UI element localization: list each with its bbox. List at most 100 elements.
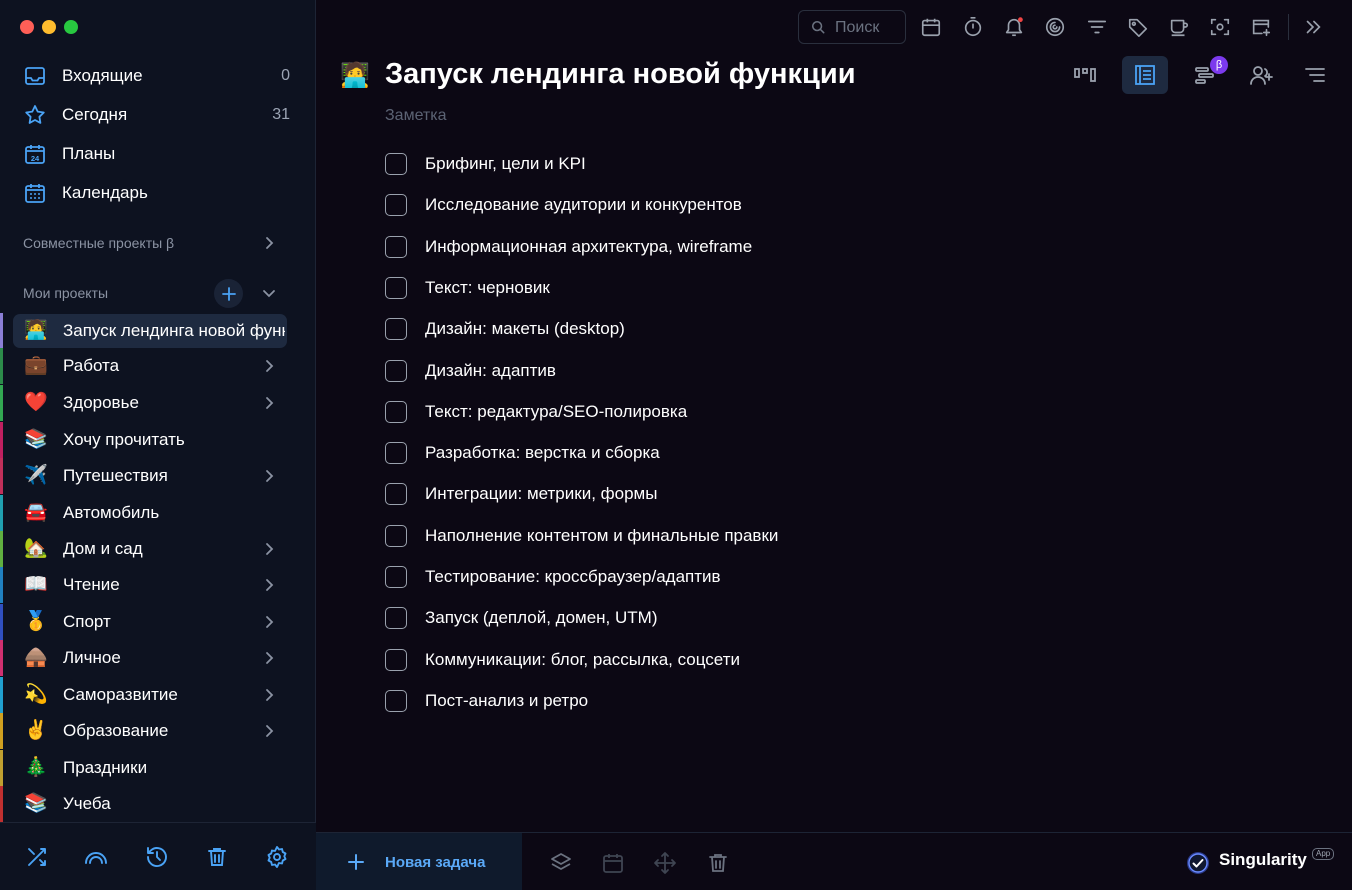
filter-icon[interactable]: [1086, 16, 1108, 38]
task-title[interactable]: Тестирование: кроссбраузер/адаптив: [425, 567, 721, 587]
sidebar-project-item[interactable]: 📚 Учеба: [0, 786, 316, 822]
page-title[interactable]: Запуск лендинга новой функции: [385, 58, 856, 91]
task-checkbox[interactable]: [385, 276, 407, 299]
sidebar-project-item[interactable]: 💼 Работа: [0, 348, 316, 384]
task-checkbox[interactable]: [385, 400, 407, 423]
add-project-button[interactable]: [214, 279, 243, 308]
note-field[interactable]: Заметка: [385, 107, 447, 125]
chevron-right-icon[interactable]: [261, 723, 277, 739]
chevron-right-icon[interactable]: [261, 468, 277, 484]
sidebar-project-item[interactable]: 🎄 Праздники: [0, 750, 316, 786]
task-checkbox[interactable]: [385, 689, 407, 712]
share-users-button[interactable]: [1238, 56, 1284, 94]
task-title[interactable]: Брифинг, цели и KPI: [425, 154, 586, 174]
bell-icon[interactable]: [1003, 16, 1025, 38]
task-checkbox[interactable]: [385, 442, 407, 465]
list-view-icon: [1135, 65, 1155, 85]
move-icon[interactable]: [653, 851, 677, 875]
task-checkbox[interactable]: [385, 318, 407, 341]
chevron-right-icon[interactable]: [261, 235, 277, 251]
task-title[interactable]: Разработка: верстка и сборка: [425, 443, 660, 463]
minimize-window-button[interactable]: [42, 20, 56, 34]
inbox-icon: [25, 67, 45, 85]
main-panel: 🧑‍💻 Запуск лендинга новой функции Заметк…: [316, 0, 1352, 890]
search-input[interactable]: [835, 18, 901, 38]
list-view-button[interactable]: [1122, 56, 1168, 94]
task-checkbox[interactable]: [385, 566, 407, 588]
sidebar-project-item[interactable]: ✌️ Образование: [0, 713, 316, 749]
calendar-icon[interactable]: [920, 16, 942, 38]
timer-icon[interactable]: [962, 16, 984, 38]
task-checkbox[interactable]: [385, 359, 407, 382]
task-title[interactable]: Интеграции: метрики, формы: [425, 484, 657, 504]
chevron-right-icon[interactable]: [261, 650, 277, 666]
calendar-icon[interactable]: [601, 851, 625, 875]
new-task-button[interactable]: Новая задача: [316, 833, 522, 890]
task-title[interactable]: Информационная архитектура, wireframe: [425, 237, 752, 257]
task-title[interactable]: Коммуникации: блог, рассылка, соцсети: [425, 650, 740, 670]
task-checkbox[interactable]: [385, 483, 407, 506]
sidebar-project-item[interactable]: 🚘 Автомобиль: [0, 495, 316, 531]
task-checkbox[interactable]: [385, 194, 407, 217]
task-checkbox[interactable]: [385, 607, 407, 630]
add-window-icon[interactable]: [1250, 16, 1272, 38]
trash-icon[interactable]: [205, 845, 229, 869]
project-color-bar: [0, 604, 3, 640]
sidebar-project-item[interactable]: 🧑‍💻 Запуск лендинга новой функции: [0, 313, 316, 349]
new-task-label: Новая задача: [385, 854, 486, 871]
nav-today[interactable]: Сегодня 31: [0, 95, 316, 134]
project-emoji: 💫: [24, 684, 48, 705]
task-checkbox[interactable]: [385, 648, 407, 671]
task-title[interactable]: Дизайн: адаптив: [425, 361, 556, 381]
sidebar-project-item[interactable]: ❤️ Здоровье: [0, 385, 316, 421]
chevron-right-icon[interactable]: [261, 614, 277, 630]
chevron-right-icon[interactable]: [261, 358, 277, 374]
sidebar-project-item[interactable]: 📚 Хочу прочитать: [0, 422, 316, 458]
task-checkbox[interactable]: [385, 153, 407, 175]
expand-icon[interactable]: [1302, 16, 1324, 38]
task-title[interactable]: Пост-анализ и ретро: [425, 691, 588, 711]
task-title[interactable]: Текст: редактура/SEO-полировка: [425, 402, 687, 422]
task-title[interactable]: Исследование аудитории и конкурентов: [425, 195, 742, 215]
sidebar-project-item[interactable]: 🥇 Спорт: [0, 604, 316, 640]
sort-button[interactable]: [1292, 56, 1338, 94]
project-name: Дом и сад: [63, 539, 143, 558]
screenshot-icon[interactable]: [1209, 16, 1231, 38]
history-icon[interactable]: [145, 845, 169, 869]
nav-calendar[interactable]: Календарь: [0, 173, 316, 212]
rainbow-icon[interactable]: [84, 845, 108, 869]
chevron-right-icon[interactable]: [261, 687, 277, 703]
coffee-icon[interactable]: [1168, 16, 1190, 38]
shuffle-icon[interactable]: [25, 845, 49, 869]
shared-projects-header[interactable]: Совместные проекты β: [23, 235, 174, 251]
tag-icon[interactable]: [1127, 16, 1149, 38]
sidebar-project-item[interactable]: 🛖 Личное: [0, 640, 316, 676]
task-title[interactable]: Дизайн: макеты (desktop): [425, 319, 625, 339]
search-box[interactable]: [798, 10, 906, 44]
layers-icon[interactable]: [549, 851, 573, 875]
settings-icon[interactable]: [265, 845, 289, 869]
task-title[interactable]: Текст: черновик: [425, 278, 550, 298]
task-checkbox[interactable]: [385, 524, 407, 547]
project-color-bar: [0, 422, 3, 458]
task-title[interactable]: Запуск (деплой, домен, UTM): [425, 608, 657, 628]
focus-icon[interactable]: [1044, 16, 1066, 38]
sidebar-project-item[interactable]: ✈️ Путешествия: [0, 458, 316, 494]
task-checkbox[interactable]: [385, 235, 407, 258]
nav-inbox[interactable]: Входящие 0: [0, 56, 316, 95]
close-window-button[interactable]: [20, 20, 34, 34]
chevron-right-icon[interactable]: [261, 577, 277, 593]
chevron-right-icon[interactable]: [261, 541, 277, 557]
kanban-view-button[interactable]: [1062, 56, 1108, 94]
zoom-window-button[interactable]: [64, 20, 78, 34]
project-emoji: ✌️: [24, 720, 48, 741]
chevron-down-icon[interactable]: [261, 285, 277, 301]
sidebar-project-item[interactable]: 💫 Саморазвитие: [0, 677, 316, 713]
chevron-right-icon[interactable]: [261, 395, 277, 411]
trash-icon[interactable]: [706, 851, 730, 875]
task-title[interactable]: Наполнение контентом и финальные правки: [425, 526, 778, 546]
sidebar-project-item[interactable]: 🏡 Дом и сад: [0, 531, 316, 567]
nav-plans[interactable]: 24 Планы: [0, 134, 316, 173]
project-emoji: 🏡: [24, 538, 48, 559]
sidebar-project-item[interactable]: 📖 Чтение: [0, 567, 316, 603]
